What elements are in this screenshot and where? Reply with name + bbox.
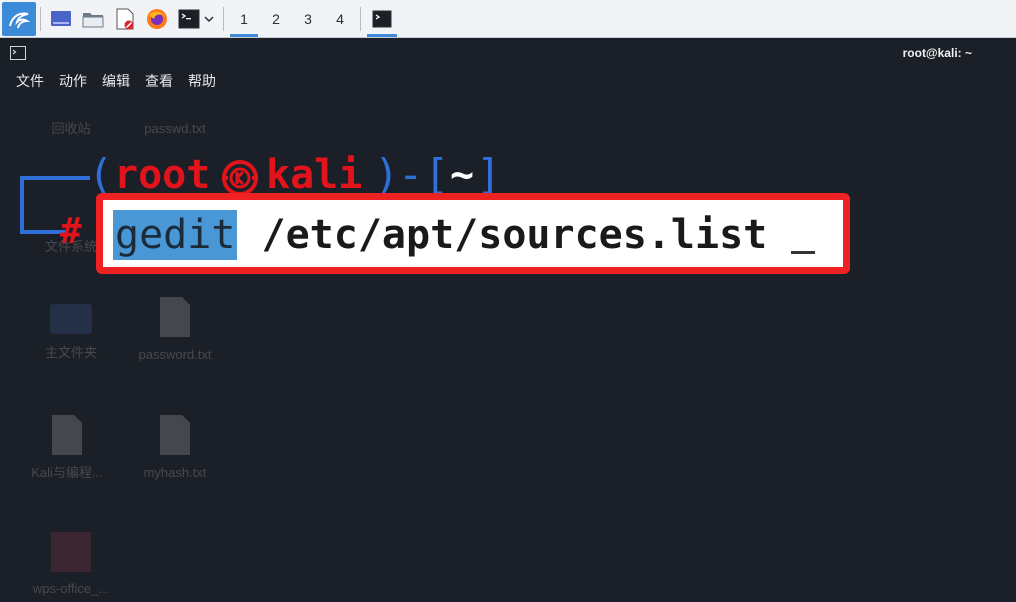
desktop-icon-label: Kali与编程... bbox=[31, 465, 103, 480]
command-line[interactable]: gedit /etc/apt/sources.list bbox=[113, 210, 833, 260]
terminal-icon bbox=[178, 9, 200, 28]
command-args: /etc/apt/sources.list bbox=[237, 212, 792, 258]
command-highlight-box: gedit /etc/apt/sources.list bbox=[96, 193, 850, 274]
desktop-icon-label: myhash.txt bbox=[143, 465, 207, 480]
taskbar-separator bbox=[360, 6, 361, 31]
kali-dragon-icon bbox=[9, 12, 31, 28]
prompt-bracket bbox=[20, 176, 24, 234]
desktop-icon-wps: wps-office_... bbox=[16, 532, 126, 597]
desktop-icon-trash: 回收站 bbox=[16, 118, 126, 137]
text-file-icon bbox=[160, 297, 190, 337]
taskbar-separator bbox=[40, 6, 41, 31]
terminal-title: root@kali: ~ bbox=[902, 46, 972, 60]
firefox-button[interactable] bbox=[141, 0, 173, 38]
desktop-icon-label: passwd.txt bbox=[144, 121, 206, 136]
firefox-icon bbox=[147, 8, 167, 29]
terminal-task-button[interactable] bbox=[365, 0, 399, 38]
file-manager-button[interactable] bbox=[77, 0, 109, 38]
prompt-symbol: # bbox=[60, 211, 82, 252]
menu-edit[interactable]: 编辑 bbox=[102, 71, 130, 91]
terminal-icon bbox=[372, 10, 392, 27]
desktop-icon-myhash: myhash.txt bbox=[120, 414, 230, 481]
terminal-titlebar[interactable]: root@kali: ~ bbox=[0, 39, 1016, 67]
terminal-launcher-button[interactable] bbox=[173, 0, 219, 38]
home-folder-icon bbox=[50, 304, 92, 334]
kali-skull-icon bbox=[222, 160, 258, 196]
kali-menu-button[interactable] bbox=[2, 1, 36, 36]
menu-actions[interactable]: 动作 bbox=[59, 71, 87, 91]
show-desktop-button[interactable] bbox=[45, 0, 77, 38]
terminal-window-icon bbox=[10, 46, 26, 60]
desktop-icon-label: 主文件夹 bbox=[44, 345, 97, 360]
workspace-1-button[interactable]: 1 bbox=[228, 0, 260, 38]
menu-view[interactable]: 查看 bbox=[145, 71, 173, 91]
desktop-icon-label: wps-office_... bbox=[32, 581, 110, 596]
desktop-icon-label: password.txt bbox=[138, 347, 212, 362]
terminal-menubar: 文件 动作 编辑 查看 帮助 bbox=[0, 68, 231, 94]
folder-icon bbox=[82, 12, 104, 27]
desktop-icon-label: 回收站 bbox=[51, 121, 91, 136]
document-edit-icon bbox=[116, 8, 134, 29]
menu-file[interactable]: 文件 bbox=[16, 71, 44, 91]
prompt-bracket bbox=[20, 176, 90, 180]
menu-help[interactable]: 帮助 bbox=[188, 71, 216, 91]
text-file-icon bbox=[160, 415, 190, 455]
text-cursor bbox=[791, 251, 816, 254]
text-editor-button[interactable] bbox=[109, 0, 141, 38]
package-icon bbox=[51, 532, 91, 572]
desktop-icon-password: password.txt bbox=[120, 296, 230, 363]
desktop-icon-kali-guide: Kali与编程... bbox=[12, 414, 122, 481]
command-selected-text[interactable]: gedit bbox=[113, 210, 238, 260]
workspace-3-button[interactable]: 3 bbox=[292, 0, 324, 38]
workspace-4-button[interactable]: 4 bbox=[324, 0, 356, 38]
chevron-down-icon bbox=[204, 15, 214, 22]
workspace-2-button[interactable]: 2 bbox=[260, 0, 292, 38]
taskbar: 1 2 3 4 bbox=[0, 0, 1016, 38]
desktop-icon-home: 主文件夹 bbox=[16, 300, 126, 361]
taskbar-separator bbox=[223, 6, 224, 31]
desktop-icon bbox=[51, 10, 71, 26]
text-file-icon bbox=[52, 415, 82, 455]
desktop-icon-passwd: passwd.txt bbox=[120, 118, 230, 137]
